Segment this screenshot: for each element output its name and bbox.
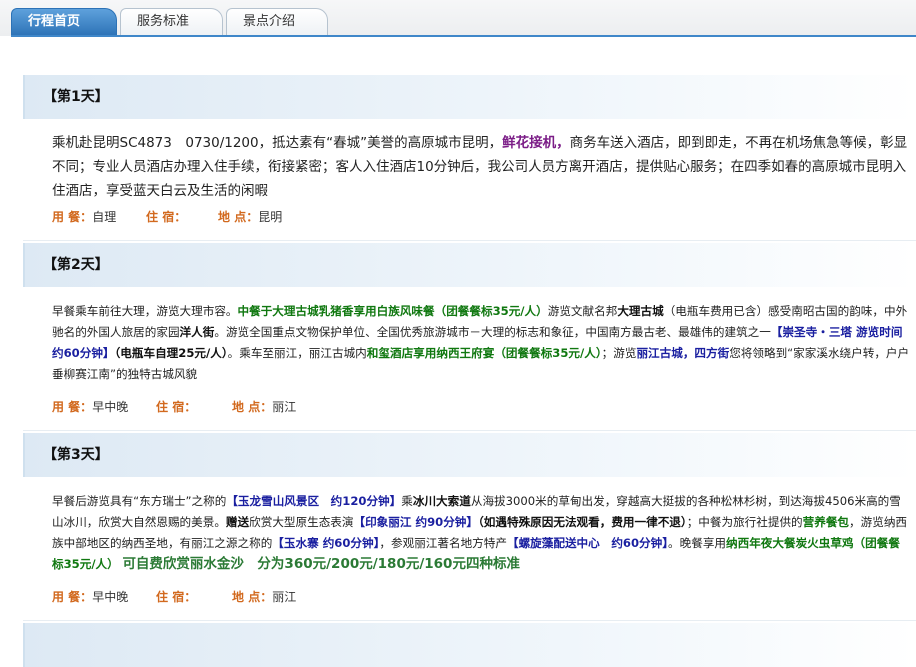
tab-itinerary-home[interactable]: 行程首页 xyxy=(11,8,117,36)
divider xyxy=(23,620,916,621)
day-2-header: 【第2天】 xyxy=(23,243,916,287)
tab-attractions[interactable]: 景点介绍 xyxy=(226,8,328,35)
day-1-header: 【第1天】 xyxy=(23,75,916,119)
tab-bar: 服务标准 景点介绍 行程首页 xyxy=(0,0,916,37)
itinerary-content: 【第1天】 乘机赴昆明SC4873 0730/1200，抵达素有“春城”美誉的高… xyxy=(0,37,916,667)
day-2-meta: 用 餐：早中晚 住 宿： 地 点：丽江 xyxy=(52,400,297,414)
day-1-meta: 用 餐：自理 住 宿： 地 点：昆明 xyxy=(52,210,283,224)
day-3-meta: 用 餐：早中晚 住 宿： 地 点：丽江 xyxy=(52,590,297,604)
divider xyxy=(23,430,916,431)
day-3-description: 早餐后游览具有“东方瑞士”之称的【玉龙雪山风景区 约120分钟】乘冰川大索道从海… xyxy=(52,494,908,572)
day-1-description: 乘机赴昆明SC4873 0730/1200，抵达素有“春城”美誉的高原城市昆明，… xyxy=(52,135,908,199)
divider xyxy=(23,240,916,241)
day-3-header: 【第3天】 xyxy=(23,433,916,477)
tab-service-standard[interactable]: 服务标准 xyxy=(120,8,223,35)
day-4-header xyxy=(23,623,916,667)
day-2-description: 早餐乘车前往大理，游览大理市容。中餐于大理古城乳猪香享用白族风味餐（团餐餐标35… xyxy=(52,304,910,381)
